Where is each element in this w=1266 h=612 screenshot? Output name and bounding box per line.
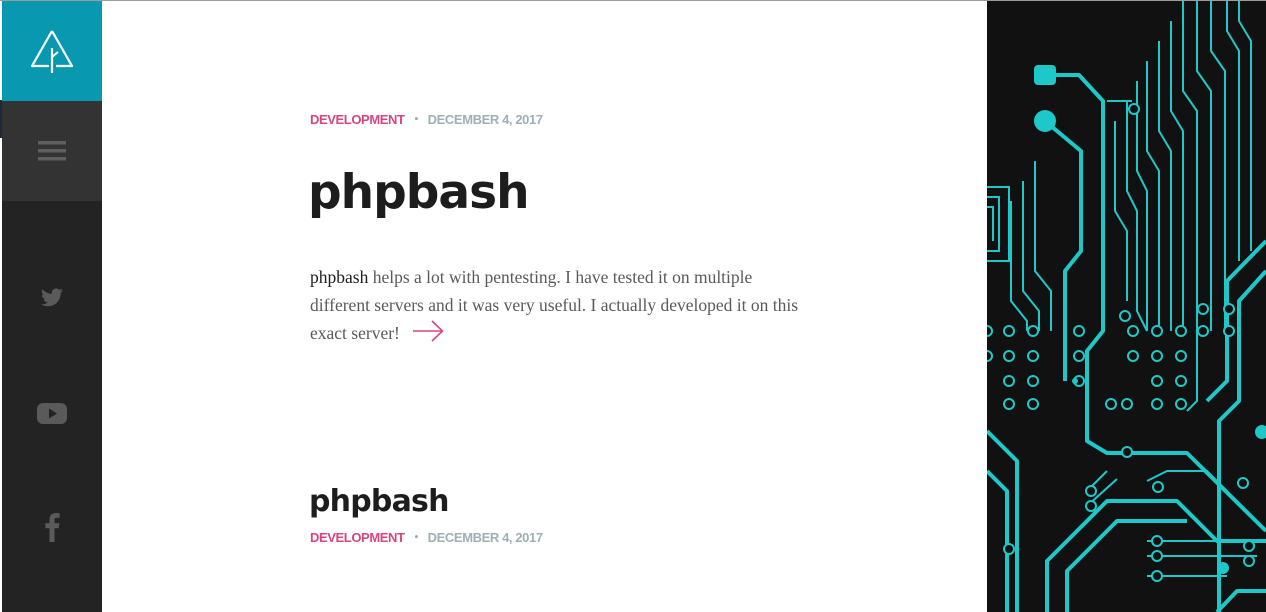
tree-icon <box>30 30 74 73</box>
recent-post-title[interactable]: phpbash <box>309 487 449 517</box>
post-date: DECEMBER 4, 2017 <box>427 112 543 127</box>
logo-link[interactable] <box>2 1 102 101</box>
edge-marker <box>0 100 2 138</box>
arrow-right-icon <box>412 320 444 342</box>
youtube-icon <box>37 403 67 424</box>
facebook-link[interactable] <box>2 507 102 547</box>
circuit-board-image <box>987 1 1266 612</box>
hamburger-menu-icon <box>38 141 66 161</box>
meta-separator: • <box>414 114 419 125</box>
post-meta: DEVELOPMENT • DECEMBER 4, 2017 <box>310 112 543 127</box>
menu-button[interactable] <box>2 101 102 201</box>
twitter-link[interactable] <box>2 278 102 318</box>
category-link[interactable]: DEVELOPMENT <box>310 112 405 127</box>
post-excerpt: phpbash helps a lot with pentesting. I h… <box>310 263 800 350</box>
recent-post-meta: DEVELOPMENT • DECEMBER 4, 2017 <box>310 530 543 545</box>
recent-post-date: DECEMBER 4, 2017 <box>427 530 543 545</box>
youtube-link[interactable] <box>2 393 102 433</box>
twitter-icon <box>41 288 63 307</box>
excerpt-text: helps a lot with pentesting. I have test… <box>310 267 799 343</box>
read-more-link[interactable] <box>412 320 444 350</box>
meta-separator: • <box>414 532 419 543</box>
recent-category-link[interactable]: DEVELOPMENT <box>310 530 405 545</box>
facebook-icon <box>45 513 60 542</box>
main-content: DEVELOPMENT • DECEMBER 4, 2017 phpbash p… <box>102 1 987 612</box>
post-title[interactable]: phpbash <box>308 169 530 216</box>
sidebar <box>2 1 102 612</box>
excerpt-lead: phpbash <box>310 267 369 287</box>
